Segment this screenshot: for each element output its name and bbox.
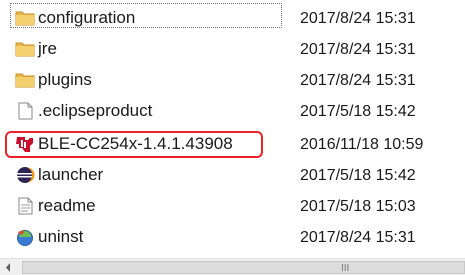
folder-icon bbox=[15, 73, 35, 88]
uninstall-icon bbox=[17, 230, 33, 246]
file-name[interactable]: readme bbox=[38, 196, 96, 216]
document-icon bbox=[18, 197, 33, 215]
name-cell[interactable]: configuration bbox=[8, 3, 276, 33]
name-cell[interactable]: readme bbox=[8, 191, 276, 221]
date-modified: 2017/8/24 15:31 bbox=[300, 10, 416, 27]
file-row-jre[interactable]: jre 2017/8/24 15:31 bbox=[0, 34, 465, 64]
name-cell[interactable]: uninst bbox=[8, 222, 276, 252]
file-name[interactable]: .eclipseproduct bbox=[38, 101, 152, 121]
file-row-plugins[interactable]: plugins 2017/8/24 15:31 bbox=[0, 65, 465, 95]
date-modified: 2017/8/24 15:31 bbox=[300, 41, 416, 58]
file-name[interactable]: launcher bbox=[38, 165, 103, 185]
file-name[interactable]: jre bbox=[38, 39, 57, 59]
name-cell[interactable]: .eclipseproduct bbox=[8, 96, 276, 126]
scroll-grip: III bbox=[341, 263, 350, 274]
scroll-thumb[interactable]: III bbox=[22, 261, 465, 274]
scroll-left-arrow-icon[interactable] bbox=[0, 259, 17, 275]
file-row-eclipseproduct[interactable]: .eclipseproduct 2017/5/18 15:42 bbox=[0, 96, 465, 126]
name-cell[interactable]: jre bbox=[8, 34, 276, 64]
name-cell[interactable]: launcher bbox=[8, 160, 276, 190]
date-modified: 2017/5/18 15:42 bbox=[300, 167, 416, 184]
horizontal-scrollbar[interactable]: III bbox=[0, 258, 465, 275]
file-row-configuration[interactable]: configuration 2017/8/24 15:31 bbox=[0, 3, 465, 33]
date-modified: 2017/8/24 15:31 bbox=[300, 229, 416, 246]
file-name[interactable]: configuration bbox=[38, 8, 135, 28]
date-modified: 2017/5/18 15:03 bbox=[300, 198, 416, 215]
file-name[interactable]: plugins bbox=[38, 70, 92, 90]
file-name[interactable]: uninst bbox=[38, 227, 83, 247]
file-row-uninst[interactable]: uninst 2017/8/24 15:31 bbox=[0, 222, 465, 252]
name-cell[interactable]: plugins bbox=[8, 65, 276, 95]
folder-icon bbox=[15, 11, 35, 26]
folder-icon bbox=[15, 42, 35, 57]
red-highlight-box bbox=[5, 131, 263, 158]
file-row-readme[interactable]: readme 2017/5/18 15:03 bbox=[0, 191, 465, 221]
file-icon bbox=[18, 102, 33, 120]
date-modified: 2017/5/18 15:42 bbox=[300, 103, 416, 120]
eclipse-icon bbox=[17, 167, 35, 183]
date-modified: 2016/11/18 10:59 bbox=[300, 136, 424, 153]
date-modified: 2017/8/24 15:31 bbox=[300, 72, 416, 89]
file-row-launcher[interactable]: launcher 2017/5/18 15:42 bbox=[0, 160, 465, 190]
file-list: configuration 2017/8/24 15:31 jre 2017/8… bbox=[0, 0, 465, 256]
